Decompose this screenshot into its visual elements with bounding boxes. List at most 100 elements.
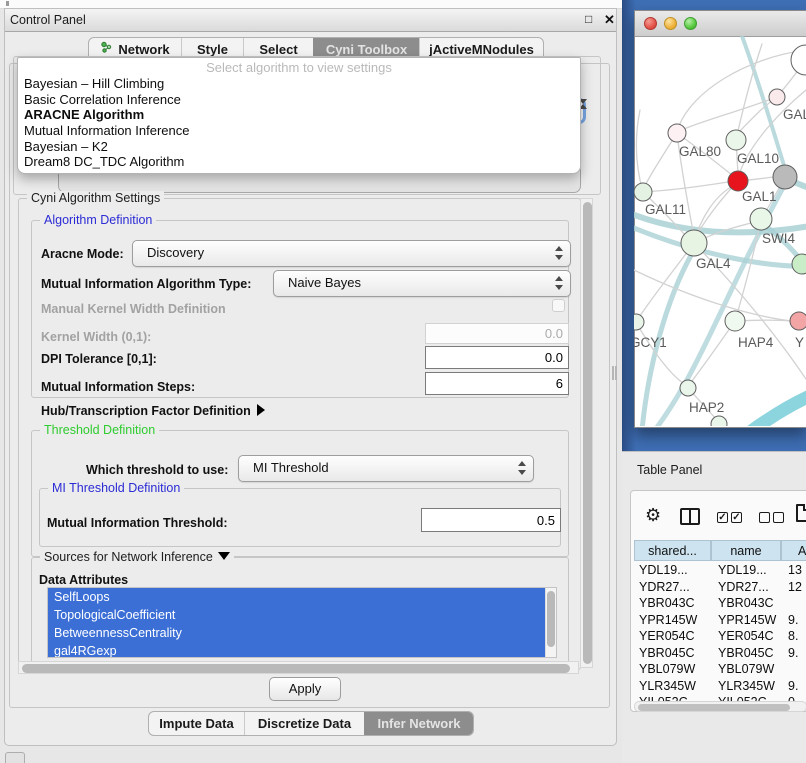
tab-label: Impute Data xyxy=(159,712,233,735)
network-node-unlabeled[interactable] xyxy=(792,254,806,274)
settings-horizontal-scrollbar-thumb[interactable] xyxy=(22,664,570,673)
dropdown-option-dream8-dc-tdc-algorithm[interactable]: Dream8 DC_TDC Algorithm xyxy=(18,154,580,170)
network-node-gal80[interactable] xyxy=(668,124,686,142)
select-all-icon[interactable]: ✓ xyxy=(717,512,728,523)
tab-discretize-data[interactable]: Discretize Data xyxy=(244,712,364,735)
network-node-label: GAL1 xyxy=(742,189,777,204)
deselect-all-icon[interactable] xyxy=(759,512,770,523)
network-node-y[interactable] xyxy=(790,312,806,330)
zoom-button[interactable] xyxy=(684,17,697,30)
control-panel-titlebar[interactable]: Control Panel □ ✕ xyxy=(5,9,616,32)
table-cell: YDR27... xyxy=(639,579,690,596)
table-cell: YPR145W xyxy=(718,612,776,629)
table-row[interactable]: YIL052CYIL052C0. xyxy=(634,694,806,701)
attr-list-scrollbar[interactable] xyxy=(545,588,556,657)
table-cell: YDL19... xyxy=(639,562,688,579)
table-cell: YER054C xyxy=(639,628,695,645)
kernel-width-input[interactable] xyxy=(425,323,569,344)
table-cell: YBR045C xyxy=(718,645,774,662)
data-attributes-label: Data Attributes xyxy=(39,573,128,587)
combo-arrows-icon xyxy=(518,461,526,475)
kernel-width-label: Kernel Width (0,1): xyxy=(41,330,151,344)
mi-type-label: Mutual Information Algorithm Type: xyxy=(41,277,251,291)
network-node-gal11[interactable] xyxy=(634,183,652,201)
corner-widget-icon[interactable] xyxy=(5,752,25,763)
attribute-item-betweennesscentrality[interactable]: BetweennessCentrality xyxy=(48,624,551,642)
threshold-definition-title: Threshold Definition xyxy=(40,423,159,437)
dropdown-placeholder: Select algorithm to view settings xyxy=(18,60,580,76)
table-cell: YLR345W xyxy=(718,678,775,695)
settings-horizontal-scrollbar[interactable] xyxy=(18,661,579,674)
settings-vertical-scrollbar-thumb[interactable] xyxy=(583,202,592,664)
attribute-item-topologicalcoefficient[interactable]: TopologicalCoefficient xyxy=(48,606,551,624)
new-column-icon[interactable] xyxy=(796,504,806,522)
network-node-unlabeled[interactable] xyxy=(711,416,727,426)
float-window-icon[interactable]: □ xyxy=(585,12,592,26)
table-row[interactable]: YPR145WYPR145W9. xyxy=(634,612,806,629)
apply-button[interactable]: Apply xyxy=(269,677,341,701)
table-horizontal-scrollbar[interactable] xyxy=(634,701,806,712)
table-cell: 9. xyxy=(788,612,798,629)
attribute-item-gal4rgexp[interactable]: gal4RGexp xyxy=(48,642,551,658)
column-header-name[interactable]: name xyxy=(711,540,781,561)
manual-kernel-checkbox[interactable] xyxy=(552,299,565,312)
network-canvas[interactable]: GAL8GAL80GAL10GAL1GAL11SWI4GAL4GCY1HAP4Y… xyxy=(634,36,806,426)
column-header-shared[interactable]: shared... xyxy=(634,540,711,561)
table-row[interactable]: YBR043CYBR043C xyxy=(634,595,806,612)
attr-list-scrollbar-thumb[interactable] xyxy=(547,591,555,647)
close-button[interactable] xyxy=(644,17,657,30)
screen: { "window": { "title": "Control Panel", … xyxy=(0,0,806,762)
network-window-titlebar[interactable] xyxy=(635,11,806,37)
table-row[interactable]: YDR27...YDR27...12 xyxy=(634,579,806,596)
table-row[interactable]: YDL19...YDL19...13 xyxy=(634,562,806,579)
collapse-arrow-icon[interactable] xyxy=(218,552,230,560)
network-node-swi4[interactable] xyxy=(750,208,772,230)
network-node-gcy1[interactable] xyxy=(634,314,644,330)
tab-impute-data[interactable]: Impute Data xyxy=(149,712,244,735)
tab-infer-network[interactable]: Infer Network xyxy=(364,712,473,735)
table-cell: YBR043C xyxy=(639,595,695,612)
dropdown-option-mutual-information-inference[interactable]: Mutual Information Inference xyxy=(18,123,580,139)
network-node-gal1[interactable] xyxy=(728,171,748,191)
table-row[interactable]: YBR045CYBR045C9. xyxy=(634,645,806,662)
attribute-item-selfloops[interactable]: SelfLoops xyxy=(48,588,551,606)
mi-threshold-input[interactable] xyxy=(421,508,561,532)
dropdown-option-bayesian-hill-climbing[interactable]: Bayesian – Hill Climbing xyxy=(18,76,580,92)
network-node-hap4[interactable] xyxy=(725,311,745,331)
gear-icon[interactable]: ⚙ xyxy=(645,505,661,526)
network-node-unlabeled[interactable] xyxy=(791,45,806,75)
pane-splitter-handle[interactable] xyxy=(612,366,617,380)
mi-steps-input[interactable] xyxy=(425,372,569,395)
settings-vertical-scrollbar[interactable] xyxy=(580,198,593,668)
mi-type-combo[interactable]: Naive Bayes xyxy=(273,270,571,297)
sources-title-text: Sources for Network Inference xyxy=(44,550,213,564)
split-view-icon[interactable] xyxy=(680,508,700,525)
which-threshold-combo[interactable]: MI Threshold xyxy=(238,455,534,482)
select-all-icon[interactable]: ✓ xyxy=(731,512,742,523)
network-node-gal8[interactable] xyxy=(769,89,785,105)
network-node-hap2[interactable] xyxy=(680,380,696,396)
aracne-mode-combo[interactable]: Discovery xyxy=(132,240,571,267)
minimize-button[interactable] xyxy=(664,17,677,30)
network-node-gal4[interactable] xyxy=(681,230,707,256)
hub-definition-toggle[interactable]: Hub/Transcription Factor Definition xyxy=(41,404,265,418)
dropdown-option-aracne-algorithm[interactable]: ARACNE Algorithm xyxy=(18,107,580,123)
close-panel-icon[interactable]: ✕ xyxy=(604,12,615,28)
table-horizontal-scrollbar-thumb[interactable] xyxy=(638,704,790,711)
column-header-a[interactable]: A xyxy=(781,540,806,561)
network-node-unlabeled[interactable] xyxy=(773,165,797,189)
expand-arrow-icon[interactable] xyxy=(257,404,265,416)
table-row[interactable]: YER054CYER054C8. xyxy=(634,628,806,645)
table-card: ⚙ ✓ ✓ shared...nameA YDL19...YDL19...13Y… xyxy=(630,490,806,712)
table-row[interactable]: YBL079WYBL079W xyxy=(634,661,806,678)
dpi-tolerance-input[interactable] xyxy=(425,346,569,369)
table-row[interactable]: YLR345WYLR345W9. xyxy=(634,678,806,695)
table-cell: YDR27... xyxy=(718,579,769,596)
network-node-gal10[interactable] xyxy=(726,130,746,150)
tab-label: Discretize Data xyxy=(258,712,351,735)
table-cell: YBL079W xyxy=(639,661,695,678)
dropdown-option-basic-correlation-inference[interactable]: Basic Correlation Inference xyxy=(18,92,580,108)
sources-title[interactable]: Sources for Network Inference xyxy=(40,550,234,564)
deselect-all-icon[interactable] xyxy=(773,512,784,523)
dropdown-option-bayesian-k2[interactable]: Bayesian – K2 xyxy=(18,139,580,155)
